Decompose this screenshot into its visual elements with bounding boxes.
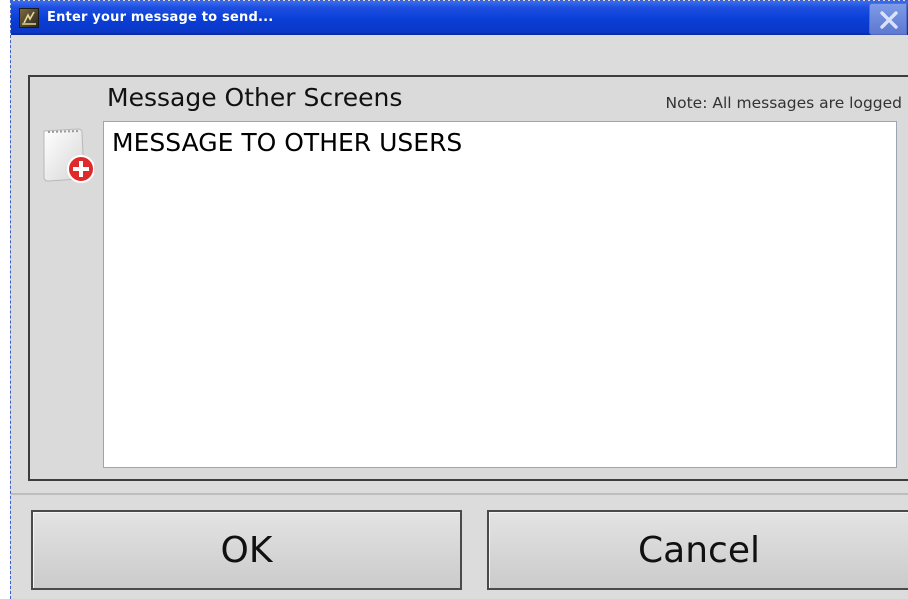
message-dialog: Enter your message to send... Message Ot… [10, 0, 908, 599]
logging-note: Note: All messages are logged [665, 94, 902, 112]
ok-button[interactable]: OK [31, 510, 462, 590]
cancel-button[interactable]: Cancel [487, 510, 908, 590]
close-button[interactable] [869, 3, 907, 35]
app-icon [19, 8, 39, 28]
new-message-icon [38, 123, 95, 187]
title-bar[interactable]: Enter your message to send... [11, 1, 908, 35]
divider [11, 493, 908, 495]
panel-heading: Message Other Screens [107, 83, 403, 112]
message-panel: Message Other Screens Note: All messages… [28, 75, 908, 481]
window-title: Enter your message to send... [47, 10, 274, 25]
close-icon [880, 11, 898, 29]
message-input[interactable]: MESSAGE TO OTHER USERS [103, 121, 897, 468]
